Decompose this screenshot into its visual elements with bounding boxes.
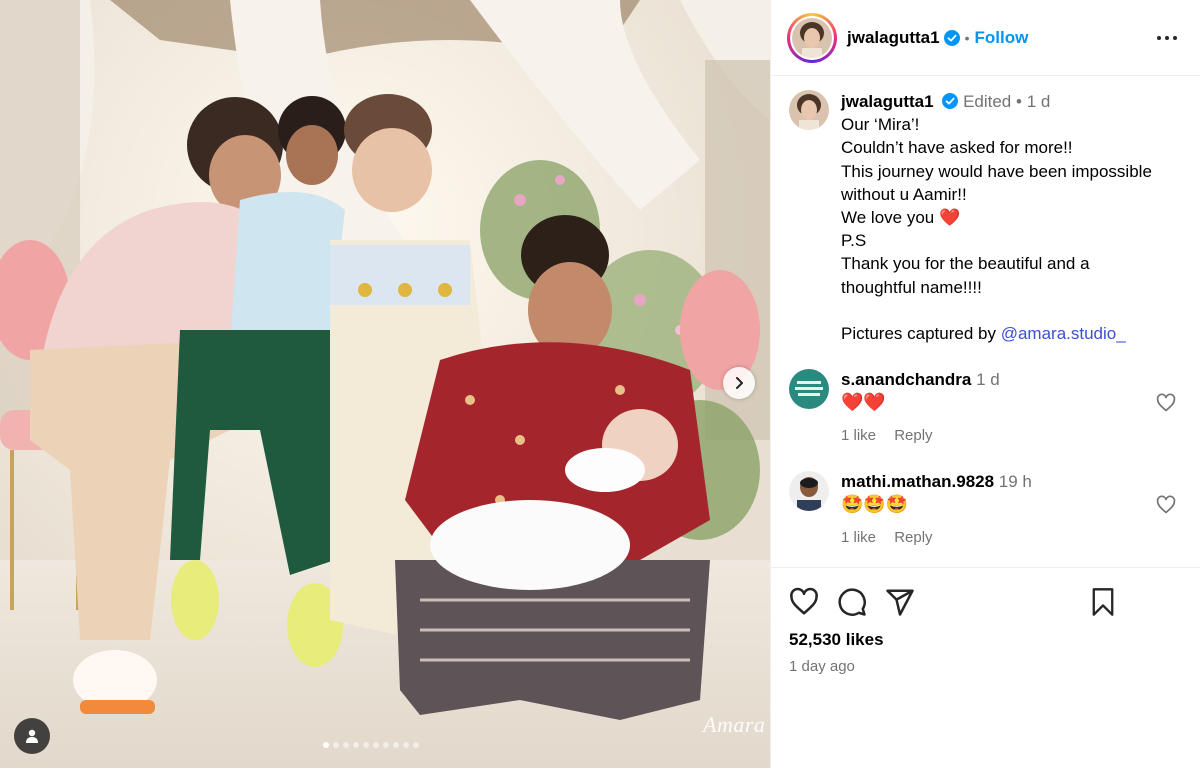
author-avatar[interactable] xyxy=(787,12,837,63)
save-button[interactable] xyxy=(1089,587,1117,617)
caption-line xyxy=(841,299,1152,322)
caption-line: Couldn’t have asked for more!! xyxy=(841,138,1073,158)
carousel-dot xyxy=(343,742,349,748)
header-separator: • xyxy=(964,29,970,46)
heart-icon[interactable] xyxy=(1156,393,1176,413)
carousel-dot xyxy=(373,742,379,748)
comment-button[interactable] xyxy=(837,587,867,617)
comment-time: 19 h xyxy=(998,472,1032,492)
caption-line: P.S xyxy=(841,231,867,251)
edited-label: Edited xyxy=(963,92,1012,111)
caption-line: without u Aamir!! xyxy=(841,184,967,204)
tagged-users-button[interactable] xyxy=(14,718,50,754)
likes-count[interactable]: 52,530 likes xyxy=(789,630,1185,650)
mention-link[interactable]: @amara.studio_ xyxy=(1001,324,1126,343)
caption-line: We love you ❤️ xyxy=(841,208,961,228)
carousel-dot xyxy=(383,742,389,748)
comment-time: 1 d xyxy=(976,370,1000,390)
avatar-image xyxy=(792,17,832,58)
post-header: jwalagutta1 • Follow xyxy=(771,0,1200,76)
bookmark-icon xyxy=(1092,588,1114,616)
reply-button[interactable]: Reply xyxy=(894,427,932,444)
carousel-indicator xyxy=(323,742,419,748)
more-options-icon[interactable] xyxy=(1156,27,1178,49)
comment-text: 🤩🤩🤩 xyxy=(841,494,909,515)
chevron-right-icon xyxy=(736,377,743,389)
comment-likes[interactable]: 1 like xyxy=(841,427,876,444)
caption-author-avatar[interactable] xyxy=(789,90,829,130)
heart-icon xyxy=(790,587,818,615)
post-caption: jwalagutta1 Edited • 1 d Our ‘Mira’! Cou… xyxy=(789,90,1184,345)
instagram-post: Amara jwalagutta1 • Follow jwalagutta1 E… xyxy=(0,0,1200,768)
carousel-dot xyxy=(413,742,419,748)
verified-badge-icon xyxy=(943,29,960,46)
author-username[interactable]: jwalagutta1 xyxy=(847,28,940,48)
comments-list[interactable]: jwalagutta1 Edited • 1 d Our ‘Mira’! Cou… xyxy=(771,76,1200,566)
carousel-dot xyxy=(403,742,409,748)
carousel-dot xyxy=(353,742,359,748)
follow-button[interactable]: Follow xyxy=(975,28,1029,48)
comment-text: ❤️❤️ xyxy=(841,392,886,413)
user-tag-icon xyxy=(26,729,38,743)
share-button[interactable] xyxy=(885,587,915,617)
like-button[interactable] xyxy=(789,587,819,617)
avatar-image xyxy=(789,369,829,410)
commenter-username[interactable]: s.anandchandra xyxy=(841,370,971,389)
verified-badge-icon xyxy=(942,93,959,109)
caption-line: Pictures captured by xyxy=(841,324,1001,344)
caption-text: Our ‘Mira’! Couldn’t have asked for more… xyxy=(841,113,1152,345)
caption-time[interactable]: 1 d xyxy=(1027,92,1051,111)
post-photo[interactable]: Amara xyxy=(0,0,770,768)
comment-icon xyxy=(838,588,866,616)
comment-item: s.anandchandra 1 d ❤️❤️ 1 like Reply xyxy=(789,369,1184,447)
comment-likes[interactable]: 1 like xyxy=(841,529,876,546)
family-photo-illustration xyxy=(0,0,770,768)
commenter-avatar[interactable] xyxy=(789,369,829,410)
share-icon xyxy=(886,589,914,616)
caption-line: Thank you for the beautiful and a xyxy=(841,254,1090,274)
reply-button[interactable]: Reply xyxy=(894,529,932,546)
commenter-username[interactable]: mathi.mathan.9828 xyxy=(841,472,994,491)
carousel-dot xyxy=(333,742,339,748)
caption-line: Our ‘Mira’! xyxy=(841,115,920,135)
next-photo-button[interactable] xyxy=(723,367,755,399)
caption-separator: • xyxy=(1016,92,1022,111)
post-side-panel: jwalagutta1 • Follow jwalagutta1 Edited … xyxy=(770,0,1200,768)
caption-line: thoughtful name!!!! xyxy=(841,277,982,297)
avatar-image xyxy=(789,90,829,130)
carousel-dot xyxy=(323,742,329,748)
caption-username[interactable]: jwalagutta1 xyxy=(841,92,934,111)
caption-line: This journey would have been impossible xyxy=(841,161,1152,181)
post-timestamp[interactable]: 1 day ago xyxy=(789,658,1185,675)
carousel-dot xyxy=(363,742,369,748)
heart-icon[interactable] xyxy=(1156,495,1176,515)
avatar-image xyxy=(789,471,829,512)
comment-item: mathi.mathan.9828 19 h 🤩🤩🤩 1 like Reply xyxy=(789,471,1184,549)
post-actions: 52,530 likes 1 day ago xyxy=(771,567,1200,675)
carousel-dot xyxy=(393,742,399,748)
photo-watermark: Amara xyxy=(703,712,766,737)
commenter-avatar[interactable] xyxy=(789,471,829,512)
